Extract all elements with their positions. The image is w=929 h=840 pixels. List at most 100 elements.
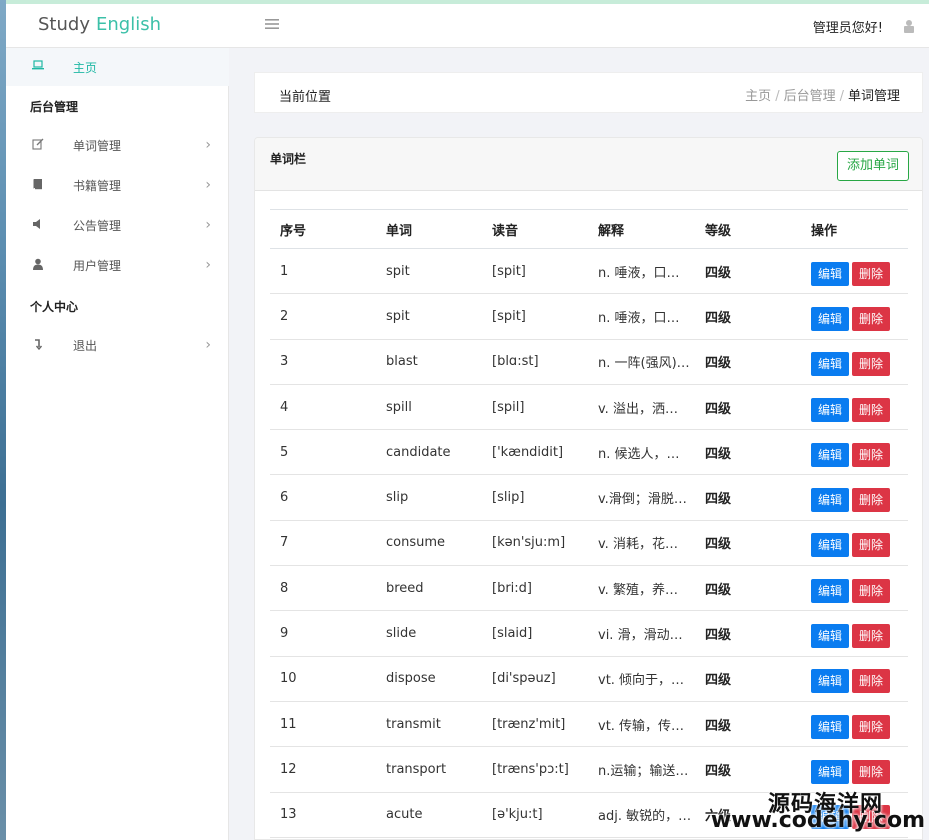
delete-button[interactable]: 删除 <box>852 397 890 422</box>
delete-button[interactable]: 删除 <box>852 624 890 649</box>
cell-phonetic: [slip] <box>482 474 588 521</box>
cell-level: 四级 <box>695 248 801 295</box>
table-row: 4 spill [spil] v. 溢出，洒… 四级 编辑 删除 <box>270 384 908 431</box>
cell-word: spit <box>376 248 482 295</box>
logo-word-english: English <box>95 14 161 35</box>
cell-actions: 编辑 删除 <box>801 384 908 431</box>
cell-phonetic: [ə'kju:t] <box>482 792 588 838</box>
cell-phonetic: [bri:d] <box>482 565 588 612</box>
cell-actions: 编辑 删除 <box>801 293 908 340</box>
card-title: 单词栏 <box>270 152 307 166</box>
edit-button[interactable]: 编辑 <box>811 442 849 467</box>
cell-word: blast <box>376 339 482 385</box>
edit-button[interactable]: 编辑 <box>811 624 849 649</box>
chevron-right-icon: › <box>205 177 211 193</box>
cell-phonetic: [slaid] <box>482 610 588 657</box>
cell-phonetic: [trænz'mit] <box>482 701 588 748</box>
sidebar-item-label: 主页 <box>73 61 98 75</box>
cell-level: 四级 <box>695 656 801 702</box>
cell-phonetic: [spit] <box>482 293 588 340</box>
sidebar-item-logout[interactable]: 退出 › <box>6 326 229 364</box>
chevron-right-icon: › <box>205 257 211 273</box>
cell-id: 6 <box>270 474 376 521</box>
cell-word: slip <box>376 474 482 521</box>
breadcrumb-home[interactable]: 主页 <box>745 89 771 104</box>
cell-word: transport <box>376 746 482 793</box>
sidebar-item-label: 单词管理 <box>73 139 122 153</box>
delete-button[interactable]: 删除 <box>852 759 890 784</box>
col-header-word: 单词 <box>376 209 482 249</box>
sidebar-group-admin: 后台管理 <box>30 100 79 114</box>
cell-phonetic: [kən'sju:m] <box>482 520 588 567</box>
add-word-button[interactable]: 添加单词 <box>837 151 909 181</box>
logout-icon <box>32 338 44 351</box>
hamburger-icon[interactable] <box>265 15 279 34</box>
cell-meaning: v. 繁殖，养… <box>588 565 695 612</box>
edit-button[interactable]: 编辑 <box>811 533 849 558</box>
word-card: 单词栏 添加单词 序号 单词 读音 解释 等级 操作 1 spit [spit] n.… <box>254 137 923 840</box>
edit-button[interactable]: 编辑 <box>811 397 849 422</box>
cell-id: 4 <box>270 384 376 431</box>
edit-button[interactable]: 编辑 <box>811 352 849 377</box>
table-body: 1 spit [spit] n. 唾液，口… 四级 编辑 删除 2 spit [spit] n. 唾… <box>270 248 908 838</box>
cell-meaning: v. 消耗，花… <box>588 520 695 567</box>
cell-level: 四级 <box>695 339 801 385</box>
user-icon <box>32 258 44 270</box>
delete-button[interactable]: 删除 <box>852 578 890 603</box>
edit-button[interactable]: 编辑 <box>811 669 849 694</box>
cell-meaning: adj. 敏锐的，… <box>588 792 695 838</box>
cell-id: 12 <box>270 746 376 793</box>
cell-id: 7 <box>270 520 376 567</box>
delete-button[interactable]: 删除 <box>852 261 890 286</box>
edit-button[interactable]: 编辑 <box>811 578 849 603</box>
delete-button[interactable]: 删除 <box>852 669 890 694</box>
delete-button[interactable]: 删除 <box>852 442 890 467</box>
cell-meaning: n. 一阵(强风)… <box>588 339 695 385</box>
cell-actions: 编辑 删除 <box>801 248 908 295</box>
breadcrumb-current: 单词管理 <box>847 89 900 104</box>
edit-button[interactable]: 编辑 <box>811 261 849 286</box>
cell-level: 四级 <box>695 474 801 521</box>
sidebar-item-notices[interactable]: 公告管理 › <box>6 206 229 244</box>
cell-id: 9 <box>270 610 376 657</box>
sidebar-item-books[interactable]: 书籍管理 › <box>6 166 229 204</box>
table-row: 1 spit [spit] n. 唾液，口… 四级 编辑 删除 <box>270 248 908 295</box>
delete-button[interactable]: 删除 <box>852 306 890 331</box>
table-row: 5 candidate ['kændidit] n. 候选人，… 四级 编辑 删除 <box>270 429 908 476</box>
cell-actions: 编辑 删除 <box>801 656 908 702</box>
sidebar-item-users[interactable]: 用户管理 › <box>6 246 229 284</box>
edit-button[interactable]: 编辑 <box>811 714 849 739</box>
admin-greeting[interactable]: 管理员您好! <box>813 17 883 36</box>
lock-user-icon[interactable] <box>903 18 915 33</box>
col-header-actions: 操作 <box>801 209 908 249</box>
app-logo[interactable]: Study English <box>38 14 161 35</box>
table-row: 10 dispose [di'spəuz] vt. 倾向于，… 四级 编辑 删除 <box>270 656 908 702</box>
cell-meaning: vt. 倾向于，… <box>588 656 695 702</box>
table-header-row: 序号 单词 读音 解释 等级 操作 <box>270 209 908 249</box>
logo-word-study: Study <box>38 14 90 35</box>
delete-button[interactable]: 删除 <box>852 352 890 377</box>
delete-button[interactable]: 删除 <box>852 488 890 513</box>
cell-word: slide <box>376 610 482 657</box>
table-row: 8 breed [bri:d] v. 繁殖，养… 四级 编辑 删除 <box>270 565 908 612</box>
breadcrumb-separator: / <box>839 89 844 104</box>
edit-icon <box>32 138 44 150</box>
edit-button[interactable]: 编辑 <box>811 488 849 513</box>
cell-actions: 编辑 删除 <box>801 429 908 476</box>
sidebar-item-label: 书籍管理 <box>73 179 122 193</box>
sidebar-item-words[interactable]: 单词管理 › <box>6 126 229 164</box>
cell-word: breed <box>376 565 482 612</box>
top-header: Study English 管理员您好! <box>6 4 929 48</box>
cell-phonetic: [træns'pɔ:t] <box>482 746 588 793</box>
sidebar-item-home[interactable]: 主页 <box>6 48 229 86</box>
edit-button[interactable]: 编辑 <box>811 306 849 331</box>
table-row: 6 slip [slip] v.滑倒；滑脱… 四级 编辑 删除 <box>270 474 908 521</box>
current-location-label: 当前位置 <box>279 90 332 105</box>
table-row: 7 consume [kən'sju:m] v. 消耗，花… 四级 编辑 删除 <box>270 520 908 567</box>
cell-word: transmit <box>376 701 482 748</box>
breadcrumb-admin[interactable]: 后台管理 <box>784 89 836 104</box>
delete-button[interactable]: 删除 <box>852 533 890 558</box>
chevron-right-icon: › <box>205 217 211 233</box>
edit-button[interactable]: 编辑 <box>811 759 849 784</box>
delete-button[interactable]: 删除 <box>852 714 890 739</box>
